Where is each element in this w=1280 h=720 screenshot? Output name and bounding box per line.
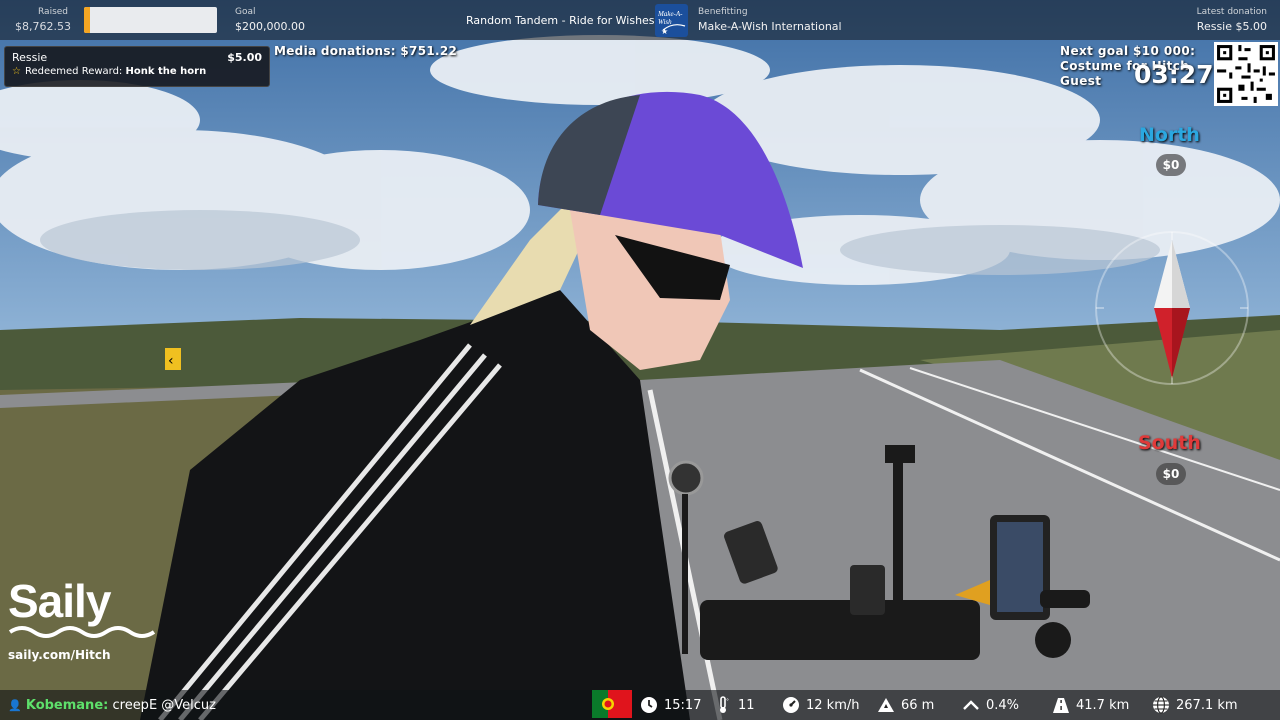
goal-value: $200,000.00 [235,20,305,33]
bottom-status-bar: 👤 Kobemane: creepE @Velcuz 15:17 ° 11 12… [0,690,1280,720]
speedometer-icon [783,697,799,713]
temperature-value: 11 [738,697,755,713]
raised-value: $8,762.53 [15,20,71,33]
fundraising-progress-bar [84,7,217,33]
wave-icon [8,626,156,638]
vote-south-amount: $0 [1156,463,1186,485]
latest-donation-value: Ressie $5.00 [1196,20,1267,33]
chat-username: Kobemane: [25,698,109,713]
vote-north-label: North [1139,124,1200,146]
goal-label: Goal [235,7,256,17]
qr-code-icon[interactable] [1214,42,1278,106]
road-icon [1053,698,1069,713]
donation-amount: $5.00 [227,51,262,64]
vote-south-label: South [1138,432,1201,454]
chat-message: 👤 Kobemane: creepE @Velcuz [8,698,216,713]
globe-icon [1153,696,1169,714]
person-icon: 👤 [8,699,22,712]
benefitting-value: Make-A-Wish International [698,20,842,33]
next-goal-line1: Next goal $10 000: [1060,44,1196,58]
stream-video-frame: ‹ [0,0,1280,720]
svg-text:★: ★ [661,27,668,36]
time-value: 15:17 [664,697,702,713]
wish-star-icon: ★ [661,24,686,36]
vote-north-amount: $0 [1156,154,1186,176]
reward-line: ☆ Redeemed Reward: Honk the horn [12,66,206,77]
svg-text:‹: ‹ [168,353,174,369]
altitude-value: 66 m [901,697,935,713]
stat-time: 15:17 [640,696,701,714]
make-a-wish-logo: Make-A-Wish ★ [655,4,688,37]
stat-distance-total: 267.1 km [1152,696,1238,714]
stream-title: Random Tandem - Ride for Wishes [466,14,655,27]
portugal-flag-icon [592,690,632,718]
raised-label: Raised [38,7,69,17]
svg-text:°: ° [726,698,729,705]
media-donations-total: Media donations: $751.22 [274,44,458,58]
stat-altitude: 66 m [877,696,934,714]
top-info-bar: Raised $8,762.53 Goal $200,000.00 Random… [0,0,1280,40]
donation-alert: Ressie $5.00 ☆ Redeemed Reward: Honk the … [4,46,270,87]
benefitting-label: Benefitting [698,7,748,17]
latest-donation-label: Latest donation [1196,7,1267,17]
vote-timer: 03:27 [1134,60,1214,89]
stat-gradient: 0.4% [962,696,1019,714]
reward-name: Honk the horn [125,66,207,77]
progress-fill [84,7,90,33]
star-icon: ☆ [12,66,21,77]
distance-total-value: 267.1 km [1176,697,1238,713]
speed-value: 12 km/h [806,697,860,713]
sponsor-logo: Saily [8,575,111,627]
stat-speed: 12 km/h [782,696,860,714]
clock-icon [641,697,657,713]
chat-text: creepE @Velcuz [112,698,216,713]
stat-temperature: ° 11 [714,696,755,714]
reward-prefix: Redeemed Reward: [24,66,123,77]
gradient-value: 0.4% [986,697,1020,713]
stat-distance-today: 41.7 km [1052,696,1129,714]
gradient-icon [963,700,979,710]
donor-name: Ressie [12,51,48,64]
distance-today-value: 41.7 km [1076,697,1130,713]
sponsor-url[interactable]: saily.com/Hitch [8,648,111,662]
mountain-icon [878,698,894,712]
compass-icon [1095,231,1249,385]
thermometer-icon: ° [720,696,729,713]
